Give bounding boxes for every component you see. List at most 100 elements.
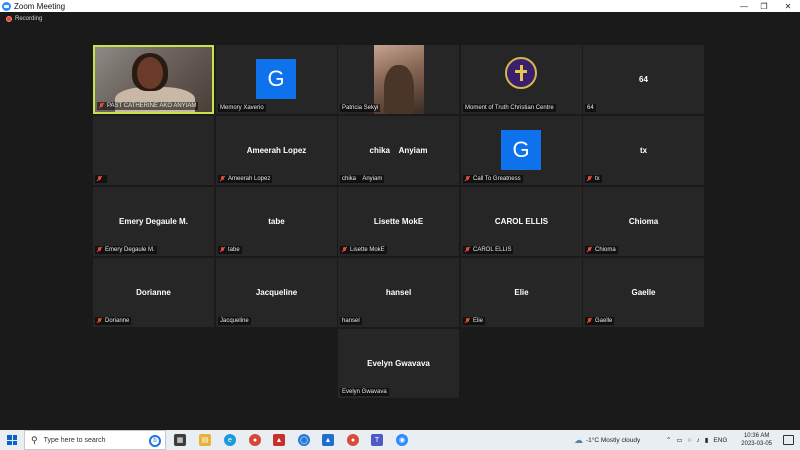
participant-tile[interactable]: 64 64 (583, 45, 704, 114)
participant-name-label: Emery Degaule M. (95, 246, 157, 254)
participant-tile[interactable]: Evelyn Gwavava Evelyn Gwavava (338, 329, 459, 398)
participant-center-name: Dorianne (136, 288, 171, 297)
microphone-icon[interactable]: ○ (688, 437, 692, 444)
muted-mic-icon (97, 318, 102, 324)
participant-tile[interactable]: Lisette MokE Lisette MokE (338, 187, 459, 256)
battery-icon[interactable]: ▮ (705, 436, 709, 444)
participant-name-label: CAROL ELLIS (463, 246, 514, 254)
participant-tile[interactable]: Patricia Sekyi (338, 45, 459, 114)
zoom-app-icon (2, 1, 11, 11)
language-indicator[interactable]: ENG (713, 437, 727, 444)
muted-mic-icon (220, 247, 225, 253)
participant-name: Patricia Sekyi (342, 105, 379, 111)
muted-mic-icon (220, 176, 225, 182)
muted-mic-icon (465, 176, 470, 182)
participant-name: hansel (342, 318, 360, 324)
participant-center-name: Chioma (628, 217, 659, 226)
clock-time: 10:36 AM (743, 433, 770, 439)
app-icon-red[interactable]: ▲ (273, 434, 285, 446)
participant-name: Jacqueline (220, 318, 249, 324)
participant-name: Lisette MokE (350, 247, 385, 253)
participant-name: Chioma (595, 247, 616, 253)
participant-center-name: chika Anyiam (369, 146, 428, 155)
participant-name: Call To Greatness (473, 176, 521, 182)
search-input[interactable]: Type here to search (44, 437, 106, 444)
participant-name-label: Moment of Truth Christian Centre (463, 104, 556, 112)
edge-icon[interactable]: e (224, 434, 236, 446)
participant-tile[interactable]: Jacqueline Jacqueline (216, 258, 337, 327)
file-explorer-icon[interactable]: ▤ (199, 434, 211, 446)
participant-tile[interactable]: tabe tabe (216, 187, 337, 256)
maximize-button[interactable]: ❐ (752, 0, 776, 12)
chat-icon[interactable]: ◯ (298, 434, 310, 446)
participant-name: Evelyn Gwavava (342, 389, 387, 395)
chevron-up-icon[interactable]: ⌃ (666, 436, 671, 444)
participant-tile[interactable]: Moment of Truth Christian Centre (461, 45, 582, 114)
participant-center-name: Elie (514, 288, 529, 297)
participant-name-label: chika Anyiam (340, 175, 385, 183)
app-icon-orange[interactable]: ● (347, 434, 359, 446)
speaker-icon[interactable]: ♪ (697, 437, 700, 444)
participant-center-name: 64 (639, 75, 648, 84)
recording-dot-icon (6, 16, 12, 22)
participant-tile[interactable]: G Memory Xaverio (216, 45, 337, 114)
windows-logo-icon (7, 435, 17, 445)
cortana-icon[interactable]: b (149, 435, 161, 447)
participant-tile[interactable]: Chioma Chioma (583, 187, 704, 256)
participant-name-label: Evelyn Gwavava (340, 388, 389, 396)
participant-name-label: Lisette MokE (340, 246, 387, 254)
muted-mic-icon (587, 318, 592, 324)
notification-icon[interactable] (783, 435, 794, 445)
participant-tile[interactable]: CAROL ELLIS CAROL ELLIS (461, 187, 582, 256)
recording-indicator[interactable]: Recording (6, 16, 42, 22)
participant-name: Dorianne (105, 318, 130, 324)
network-icon[interactable]: ▭ (676, 436, 682, 444)
start-button[interactable] (0, 430, 24, 450)
participant-tile[interactable]: chika Anyiam chika Anyiam (338, 116, 459, 185)
participant-name-label: Gaelle (585, 317, 615, 325)
participant-tile[interactable]: Gaelle Gaelle (583, 258, 704, 327)
avatar: G (501, 130, 541, 170)
participant-name-label: Patricia Sekyi (340, 104, 381, 112)
muted-mic-icon (587, 247, 592, 253)
participant-name: Ameerah Lopez (228, 176, 271, 182)
participant-tile[interactable]: hansel hansel (338, 258, 459, 327)
participant-tile[interactable]: Ameerah Lopez Ameerah Lopez (216, 116, 337, 185)
recording-label: Recording (15, 16, 43, 22)
system-tray: ⌃ ▭ ○ ♪ ▮ ENG (666, 430, 727, 450)
muted-mic-icon (465, 247, 470, 253)
participant-tile[interactable]: G Call To Greatness (461, 116, 582, 185)
teams-icon[interactable]: T (371, 434, 383, 446)
participant-tile[interactable] (93, 116, 214, 185)
participant-name-label: tx (585, 175, 602, 183)
task-view-icon[interactable]: ▦ (174, 434, 186, 446)
participant-center-name: tx (639, 146, 648, 155)
muted-mic-icon (342, 247, 347, 253)
photos-icon[interactable]: ▲ (322, 434, 334, 446)
participant-name: chika Anyiam (342, 176, 383, 182)
participant-tile[interactable]: Elie Elie (461, 258, 582, 327)
chrome-icon[interactable]: ● (249, 434, 261, 446)
weather-text: -1°C Mostly cloudy (586, 436, 641, 444)
taskbar-clock[interactable]: 10:36 AM 2023-03-05 (741, 432, 772, 448)
participant-name-label: Call To Greatness (463, 175, 523, 183)
participant-name: Gaelle (595, 318, 613, 324)
taskbar-search[interactable]: ⚲ Type here to search b (24, 430, 166, 450)
participant-name-label: Dorianne (95, 317, 132, 325)
participant-tile[interactable]: tx tx (583, 116, 704, 185)
participant-name: Emery Degaule M. (105, 247, 155, 253)
muted-mic-icon (465, 318, 470, 324)
participant-name: Moment of Truth Christian Centre (465, 105, 554, 111)
participant-center-name: Evelyn Gwavava (367, 359, 430, 368)
close-button[interactable]: ✕ (776, 0, 800, 12)
weather-widget[interactable]: ☁ -1°C Mostly cloudy (574, 430, 640, 450)
participant-tile[interactable]: PAST CATHERINE AKO ANYIAM (93, 45, 214, 114)
participant-tile[interactable]: Dorianne Dorianne (93, 258, 214, 327)
participant-name: tabe (228, 247, 240, 253)
participant-name-label: Memory Xaverio (218, 104, 266, 112)
participant-name-label: hansel (340, 317, 362, 325)
zoom-taskbar-icon[interactable]: ◉ (396, 434, 408, 446)
church-logo-icon (505, 57, 537, 89)
window-title: Zoom Meeting (14, 1, 66, 11)
participant-tile[interactable]: Emery Degaule M. Emery Degaule M. (93, 187, 214, 256)
